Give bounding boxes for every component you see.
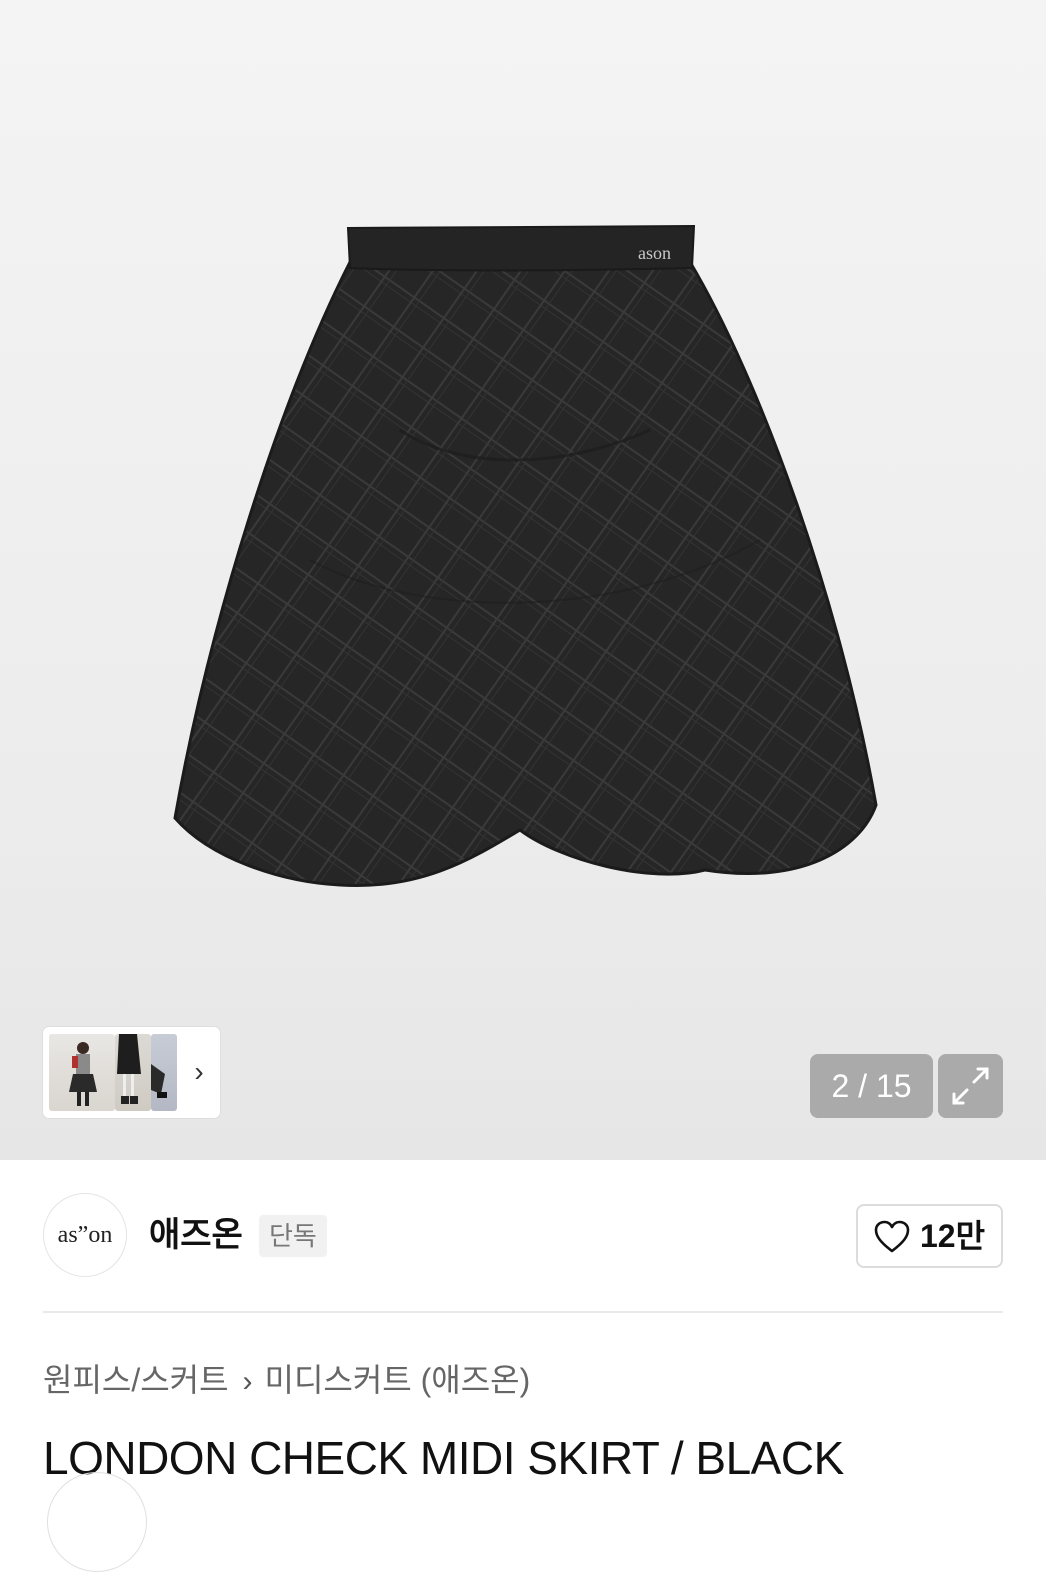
like-count: 12만 bbox=[920, 1218, 986, 1254]
brand-name[interactable]: 애즈온 bbox=[149, 1213, 243, 1257]
brand-row: as”on 애즈온 단독 12만 bbox=[43, 1193, 1003, 1279]
brand-logo[interactable]: as”on bbox=[43, 1193, 127, 1277]
waistband-label: ason bbox=[638, 243, 671, 263]
thumbnail-3[interactable] bbox=[151, 1034, 177, 1111]
heart-icon bbox=[874, 1220, 910, 1253]
like-button[interactable]: 12만 bbox=[856, 1204, 1003, 1268]
thumbnail-1[interactable] bbox=[49, 1034, 115, 1111]
breadcrumb-subcategory[interactable]: 미디스커트 (애즈온) bbox=[265, 1362, 531, 1398]
expand-icon bbox=[952, 1067, 989, 1105]
divider bbox=[43, 1311, 1003, 1313]
model-figure-icon bbox=[151, 1064, 167, 1098]
model-figure-icon bbox=[69, 1042, 97, 1106]
skirt-body bbox=[175, 262, 876, 886]
thumbnail-2[interactable] bbox=[115, 1034, 151, 1111]
image-counter: 2 / 15 bbox=[810, 1054, 933, 1118]
chevron-right-icon[interactable]: › bbox=[189, 1057, 209, 1087]
product-image-gallery[interactable]: ason › 2 / 15 bbox=[0, 0, 1046, 1160]
exclusive-badge: 단독 bbox=[259, 1215, 327, 1257]
chevron-right-icon: › bbox=[242, 1365, 253, 1398]
avatar bbox=[47, 1472, 147, 1572]
expand-button[interactable] bbox=[938, 1054, 1003, 1118]
thumbnail-strip[interactable]: › bbox=[43, 1027, 220, 1118]
product-image[interactable]: ason bbox=[0, 0, 1046, 1160]
breadcrumb: 원피스/스커트 › 미디스커트 (애즈온) bbox=[43, 1356, 530, 1404]
product-title: LONDON CHECK MIDI SKIRT / BLACK bbox=[43, 1432, 844, 1484]
breadcrumb-category[interactable]: 원피스/스커트 bbox=[43, 1362, 229, 1398]
model-figure-icon bbox=[117, 1034, 141, 1104]
